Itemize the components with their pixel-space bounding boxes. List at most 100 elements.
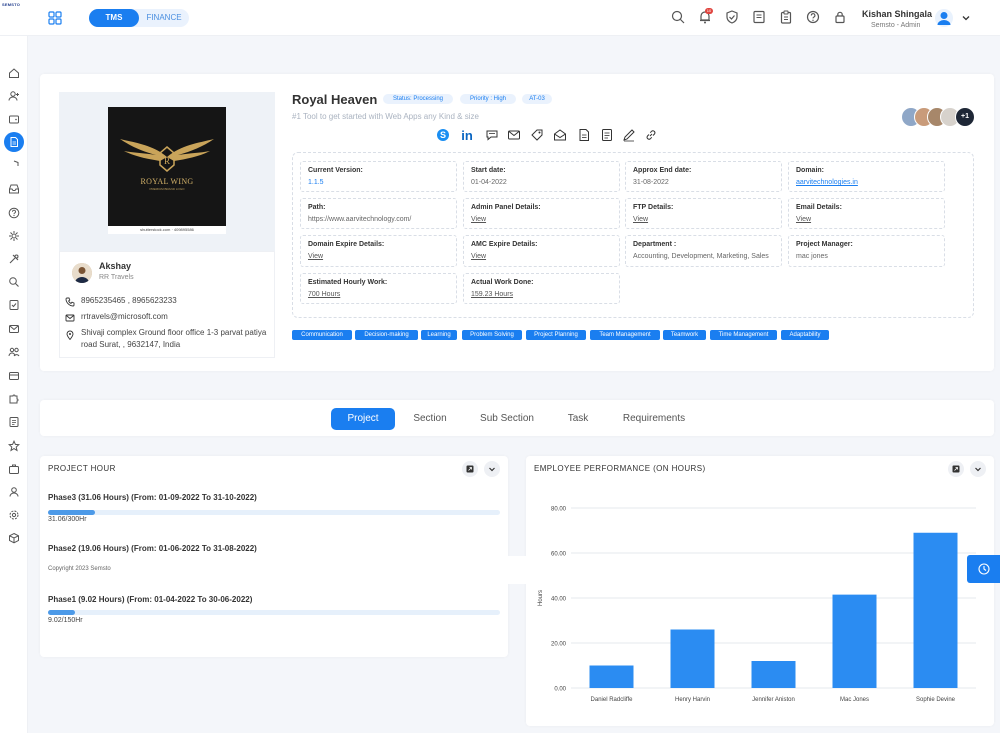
envelope-open-icon[interactable] xyxy=(553,128,567,142)
y-tick-label: 40.00 xyxy=(551,597,567,603)
detail-amc-expire-details: AMC Expire Details: View xyxy=(463,235,620,267)
sidebar-item[interactable] xyxy=(4,86,24,106)
sidebar-item[interactable] xyxy=(4,528,24,548)
svg-text:S: S xyxy=(440,130,446,140)
skype-icon[interactable]: S xyxy=(436,128,450,142)
detail-value[interactable]: 700 Hours xyxy=(308,291,340,298)
tab-task[interactable]: Task xyxy=(556,408,600,430)
settings-icon xyxy=(9,231,19,241)
search-icon xyxy=(9,277,19,287)
y-tick-label: 60.00 xyxy=(551,552,567,558)
apps-grid-icon[interactable] xyxy=(48,11,62,25)
chevron-down-icon[interactable] xyxy=(961,13,971,23)
help-icon[interactable] xyxy=(806,10,820,24)
skill-tag: Project Planning xyxy=(526,330,586,340)
sidebar xyxy=(0,36,28,733)
detail-value[interactable]: 159.23 Hours xyxy=(471,291,513,298)
module-switch: TMS FINANCE xyxy=(89,9,189,27)
sidebar-item[interactable] xyxy=(4,436,24,456)
detail-label: Actual Work Done: xyxy=(471,279,534,286)
tab-sub-section[interactable]: Sub Section xyxy=(470,408,544,430)
detail-department: Department : Accounting, Development, Mar… xyxy=(625,235,782,267)
shield-icon xyxy=(13,160,19,166)
briefcase-icon xyxy=(9,464,19,474)
user-avatar-icon[interactable] xyxy=(935,9,953,27)
sidebar-item[interactable] xyxy=(4,412,24,432)
y-axis-label: Hours xyxy=(538,590,544,606)
linkedin-icon[interactable]: in xyxy=(460,128,474,142)
logo-caption: shutterstock.com · 409895586 xyxy=(108,226,226,234)
sidebar-item[interactable] xyxy=(4,63,24,83)
sidebar-item[interactable] xyxy=(4,272,24,292)
detail-value[interactable]: View xyxy=(796,216,811,223)
module-tab-finance[interactable]: FINANCE xyxy=(139,9,189,27)
client-email[interactable]: rrtravels@microsoft.com xyxy=(81,311,168,323)
edit-icon[interactable] xyxy=(622,128,636,142)
sidebar-item[interactable] xyxy=(4,109,24,129)
sidebar-item[interactable] xyxy=(4,295,24,315)
expand-button[interactable] xyxy=(948,461,964,477)
sidebar-item[interactable] xyxy=(4,459,24,479)
sidebar-item[interactable] xyxy=(4,156,24,176)
chevron-down-icon xyxy=(489,467,495,472)
notes-icon[interactable] xyxy=(752,10,766,24)
expand-button[interactable] xyxy=(462,461,478,477)
tag-icon[interactable] xyxy=(530,128,544,142)
sidebar-item[interactable] xyxy=(4,389,24,409)
document-icon[interactable] xyxy=(600,128,614,142)
sidebar-item[interactable] xyxy=(4,249,24,269)
detail-value[interactable]: aarvitechnologies.in xyxy=(796,179,858,186)
detail-value[interactable]: View xyxy=(471,253,486,260)
detail-value: 1.1.5 xyxy=(308,179,324,186)
detail-value: 01-04-2022 xyxy=(471,179,507,186)
collapse-button[interactable] xyxy=(484,461,500,477)
sidebar-item[interactable] xyxy=(4,226,24,246)
sidebar-item[interactable] xyxy=(4,482,24,502)
shield-check-icon[interactable] xyxy=(725,10,739,24)
sidebar-item[interactable] xyxy=(4,342,24,362)
team-icon xyxy=(8,347,20,357)
bar xyxy=(913,532,958,688)
user-name[interactable]: Kishan Shingala xyxy=(862,9,932,19)
sidebar-item[interactable] xyxy=(4,179,24,199)
phase-title: Phase1 (9.02 Hours) (From: 01-04-2022 To… xyxy=(48,595,253,604)
detail-label: AMC Expire Details: xyxy=(471,241,538,248)
sidebar-item[interactable] xyxy=(4,203,24,223)
timer-button[interactable] xyxy=(967,555,1000,583)
document-icon xyxy=(10,137,18,147)
detail-value[interactable]: View xyxy=(471,216,486,223)
tab-requirements[interactable]: Requirements xyxy=(612,408,696,430)
sidebar-item[interactable] xyxy=(4,505,24,525)
chat-icon[interactable] xyxy=(485,128,499,142)
team-more-count[interactable]: +1 xyxy=(955,107,975,127)
link-icon[interactable] xyxy=(644,128,658,142)
search-icon[interactable] xyxy=(671,10,685,24)
mail-icon[interactable] xyxy=(507,128,521,142)
logo-brand-text: ROYAL WING xyxy=(140,177,194,186)
box-icon xyxy=(9,532,19,544)
project-tagline: #1 Tool to get started with Web Apps any… xyxy=(292,112,479,121)
tab-project[interactable]: Project xyxy=(331,408,395,430)
detail-value[interactable]: View xyxy=(633,216,648,223)
tab-section[interactable]: Section xyxy=(402,408,458,430)
sidebar-item[interactable] xyxy=(4,366,24,386)
module-tab-tms[interactable]: TMS xyxy=(89,9,139,27)
clipboard-icon[interactable] xyxy=(779,10,793,24)
detail-label: Project Manager: xyxy=(796,241,853,248)
detail-value[interactable]: View xyxy=(308,253,323,260)
mail-icon xyxy=(65,314,75,322)
notes-icon xyxy=(9,417,19,427)
sidebar-item[interactable] xyxy=(4,132,24,152)
detail-label: FTP Details: xyxy=(633,204,674,211)
x-tick-label: Jennifer Aniston xyxy=(752,697,795,703)
detail-label: Path: xyxy=(308,204,326,211)
sidebar-item[interactable] xyxy=(4,319,24,339)
client-phone[interactable]: 8965235465 , 8965623233 xyxy=(81,295,177,307)
app-logo[interactable]: SEMSTO xyxy=(2,2,20,7)
file-icon[interactable] xyxy=(577,128,591,142)
phase-progress xyxy=(48,610,500,615)
user-icon xyxy=(9,487,19,497)
collapse-button[interactable] xyxy=(970,461,986,477)
lock-icon[interactable] xyxy=(833,10,847,24)
team-avatars[interactable]: +1 xyxy=(901,107,975,127)
